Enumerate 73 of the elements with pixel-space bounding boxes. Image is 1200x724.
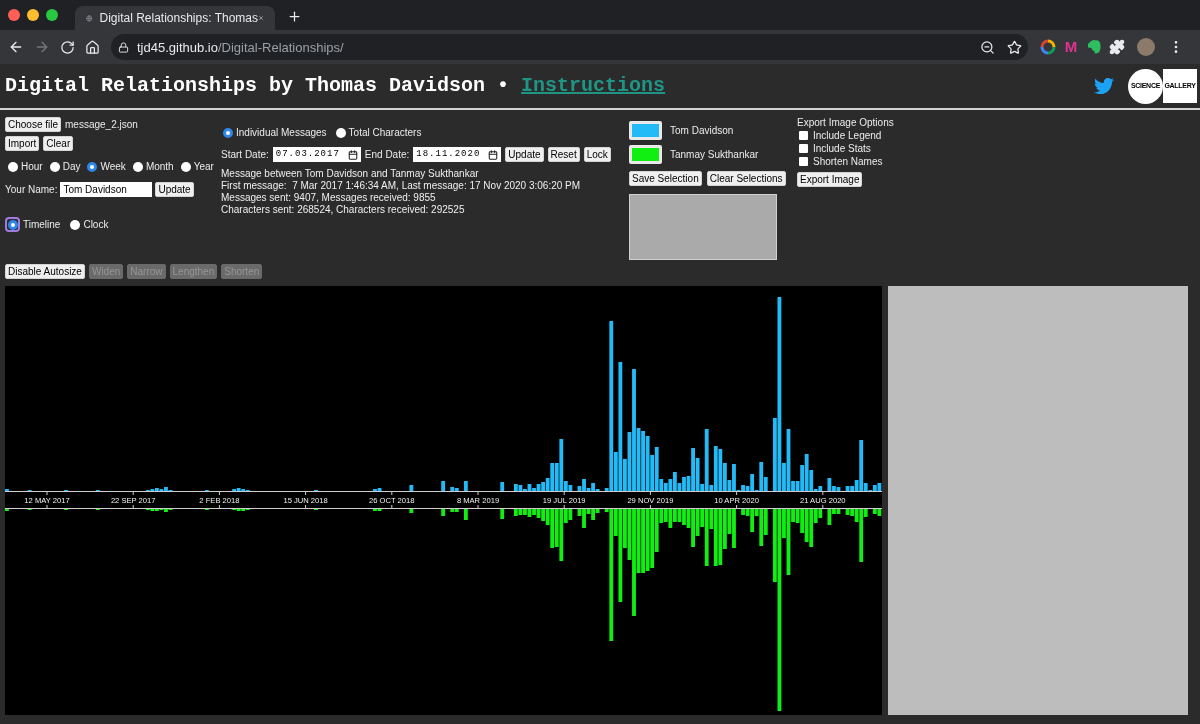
checkbox-label: Include Legend xyxy=(813,129,882,142)
radio-button[interactable] xyxy=(87,162,98,172)
elephant-icon[interactable] xyxy=(1086,39,1102,55)
tab-title: Digital Relationships: Thomas xyxy=(99,11,258,25)
browser-tab[interactable]: Digital Relationships: Thomas xyxy=(75,6,275,30)
checkbox-label: Include Stats xyxy=(813,142,871,155)
forward-icon[interactable] xyxy=(34,39,50,55)
ring-icon[interactable] xyxy=(1040,39,1056,55)
radio-label: Year xyxy=(193,161,214,173)
lock-icon[interactable] xyxy=(118,41,129,53)
legend-name: Tanmay Sukthankar xyxy=(670,148,759,161)
address-bar[interactable]: tjd45.github.io/Digital-Relationships/ xyxy=(111,34,1028,60)
stats-line: Characters sent: 268524, Characters received: 292525 xyxy=(221,204,466,216)
choose-file-button[interactable]: Choose file xyxy=(5,117,62,132)
export-options-heading: Export Image Options xyxy=(797,116,894,129)
page-title: Digital Relationships by Thomas Davidson • xyxy=(5,74,510,98)
instructions-link[interactable]: Instructions xyxy=(521,74,666,98)
size-button[interactable]: Disable Autosize xyxy=(5,264,85,279)
date-action-button[interactable]: Update xyxy=(505,147,544,162)
radio-label: Month xyxy=(145,161,174,173)
puzzle-icon[interactable] xyxy=(1109,39,1125,55)
radio-button[interactable] xyxy=(5,217,20,232)
stats-line: Messages sent: 9407, Messages received: 9855 xyxy=(221,192,437,204)
stats-line: Message between Tom Davidson and Tanmay Sukthankar xyxy=(221,168,480,180)
reload-icon[interactable] xyxy=(60,39,75,55)
file-name: message_2.json xyxy=(65,118,138,131)
radio-button[interactable] xyxy=(335,128,346,138)
minimize-window-icon[interactable] xyxy=(27,9,39,21)
home-icon[interactable] xyxy=(85,39,100,55)
back-icon[interactable] xyxy=(8,39,24,55)
calendar-icon[interactable] xyxy=(347,149,358,160)
selection-button[interactable]: Save Selection xyxy=(629,171,702,186)
checkbox[interactable] xyxy=(799,144,808,153)
radio-label: Hour xyxy=(21,161,43,173)
bookmark-star-icon[interactable] xyxy=(1007,39,1022,55)
end-date-label: End Date: xyxy=(364,148,410,161)
export-image-button[interactable]: Export Image xyxy=(797,172,863,187)
start-date-field[interactable]: 07.03.2017 xyxy=(272,147,361,162)
name-field[interactable]: Tom Davidson xyxy=(60,182,153,197)
date-action-button[interactable]: Reset xyxy=(547,147,580,162)
radio-label: Timeline xyxy=(23,218,61,231)
end-date-field[interactable]: 18.11.2020 xyxy=(413,147,502,162)
checkbox[interactable] xyxy=(799,131,808,140)
bird-icon[interactable] xyxy=(1094,76,1114,96)
date-action-button[interactable]: Lock xyxy=(583,147,611,162)
name-label: Your Name: xyxy=(5,183,58,196)
radio-button[interactable] xyxy=(70,219,81,230)
stats-line: First message: 7 Mar 2017 1:46:34 AM, Last message: 17 Nov 2020 3:06:20 PM xyxy=(221,180,582,192)
radio-button[interactable] xyxy=(132,162,143,172)
close-window-icon[interactable] xyxy=(8,9,20,21)
checkbox-label: Shorten Names xyxy=(813,155,883,168)
radio-label: Clock xyxy=(83,218,109,231)
update-name-button[interactable]: Update xyxy=(155,182,194,197)
avatar-icon[interactable] xyxy=(1137,38,1155,56)
radio-button[interactable] xyxy=(8,162,18,172)
legend-name: Tom Davidson xyxy=(670,124,734,137)
selection-button[interactable]: Clear Selections xyxy=(706,171,786,186)
radio-button[interactable] xyxy=(180,162,191,172)
clear-button[interactable]: Clear xyxy=(43,136,74,151)
radio-label: Week xyxy=(100,161,126,173)
new-tab-icon[interactable] xyxy=(287,9,302,24)
checkbox[interactable] xyxy=(799,157,808,166)
import-button[interactable]: Import xyxy=(5,136,40,151)
radio-button[interactable] xyxy=(49,162,60,172)
zoom-out-icon[interactable] xyxy=(980,39,995,55)
radio-label: Individual Messages xyxy=(236,127,327,139)
radio-button[interactable] xyxy=(223,128,233,138)
start-date-label: Start Date: xyxy=(221,148,269,161)
radio-label: Day xyxy=(62,161,81,173)
radio-label: Total Characters xyxy=(348,127,422,139)
calendar-icon[interactable] xyxy=(488,149,499,160)
maximize-window-icon[interactable] xyxy=(46,9,58,21)
url-text: tjd45.github.io/Digital-Relationships/ xyxy=(137,39,344,55)
